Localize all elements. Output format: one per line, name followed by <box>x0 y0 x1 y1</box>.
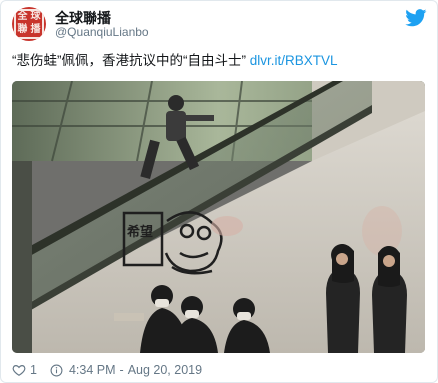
like-count[interactable]: 1 <box>30 363 37 377</box>
protest-escalator-photo: 希望 <box>12 81 425 353</box>
tweet-body: “悲伤蛙”佩佩，香港抗议中的“自由斗士” <box>12 53 246 68</box>
tweet-time[interactable]: 4:34 PM <box>69 363 116 377</box>
user-handle[interactable]: @QuanqiuLianbo <box>55 25 149 39</box>
tweet-text: “悲伤蛙”佩佩，香港抗议中的“自由斗士” dlvr.it/RBXTVL <box>12 52 428 70</box>
embedded-tweet-card: 全 球 聯 播 全球聯播 @QuanqiuLianbo “悲伤蛙”佩佩，香港抗议… <box>0 0 438 383</box>
heart-icon[interactable] <box>12 363 26 377</box>
tweet-date[interactable]: Aug 20, 2019 <box>128 363 202 377</box>
tweet-footer: 1 4:34 PM - Aug 20, 2019 <box>12 362 202 378</box>
tweet-link[interactable]: dlvr.it/RBXTVL <box>250 53 338 68</box>
seal-char-1: 全 <box>17 11 28 22</box>
seal-char-4: 播 <box>30 24 41 35</box>
seal-char-3: 聯 <box>17 24 28 35</box>
twitter-bird-icon[interactable] <box>405 9 427 27</box>
info-icon[interactable] <box>50 364 63 377</box>
seal-char-2: 球 <box>30 11 41 22</box>
avatar-seal: 全 球 聯 播 <box>14 9 44 39</box>
tweet-photo[interactable]: 希望 <box>12 81 425 353</box>
graffiti-sign-text: 希望 <box>127 224 153 240</box>
avatar[interactable]: 全 球 聯 播 <box>12 7 46 41</box>
footer-separator: - <box>119 363 124 377</box>
